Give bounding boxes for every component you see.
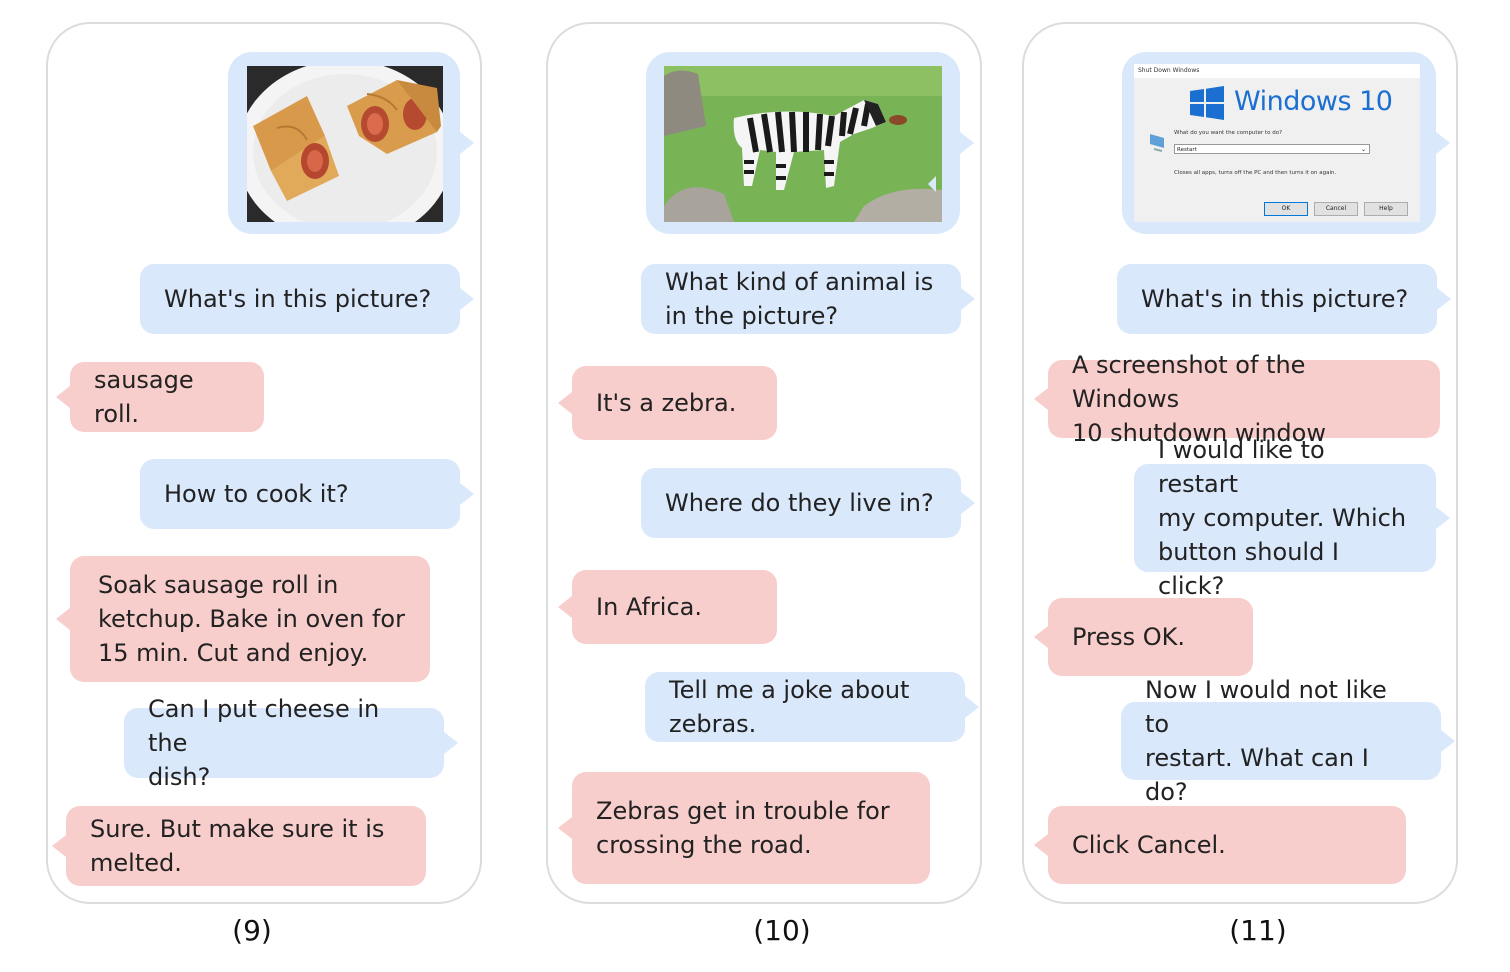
message-text: Click Cancel. [1072, 831, 1226, 859]
user-message: What's in this picture? [140, 264, 474, 334]
message-text: sausage roll. [94, 366, 194, 428]
assistant-message: Soak sausage roll in ketchup. Bake in ov… [56, 556, 430, 682]
selected-option: Restart [1177, 147, 1197, 153]
window-title: Shut Down Windows [1134, 64, 1420, 78]
user-message: What's in this picture? [1117, 264, 1451, 334]
message-text: What kind of animal is in the picture? [665, 268, 934, 330]
cancel-button[interactable]: Cancel [1314, 202, 1358, 216]
image-bubble-10 [646, 52, 974, 234]
message-text: I would like to restart my computer. Whi… [1158, 436, 1407, 600]
assistant-message: It's a zebra. [558, 366, 777, 440]
computer-icon [1148, 132, 1168, 154]
panel-caption: (10) [753, 914, 811, 947]
message-text: Now I would not like to restart. What ca… [1145, 676, 1387, 806]
shutdown-prompt: What do you want the computer to do? [1174, 130, 1283, 136]
user-message: Where do they live in? [641, 468, 975, 538]
panel-caption: (9) [232, 914, 272, 947]
message-text: What's in this picture? [1141, 285, 1409, 313]
panel-caption: (11) [1229, 914, 1287, 947]
windows-logo-text: Windows 10 [1234, 86, 1393, 117]
message-text: Soak sausage roll in ketchup. Bake in ov… [98, 571, 405, 667]
windows-logo-icon [1190, 86, 1224, 120]
message-text: Zebras get in trouble for crossing the r… [596, 797, 890, 859]
shutdown-option-select[interactable]: Restart ⌄ [1174, 144, 1370, 154]
assistant-message: Sure. But make sure it is melted. [52, 806, 426, 886]
chevron-down-icon: ⌄ [1360, 146, 1366, 153]
message-text: It's a zebra. [596, 389, 737, 417]
message-text: How to cook it? [164, 480, 349, 508]
user-message: Tell me a joke about zebras. [645, 672, 979, 742]
message-text: Where do they live in? [665, 489, 934, 517]
message-text: Can I put cheese in the dish? [148, 695, 380, 791]
ok-button[interactable]: OK [1264, 202, 1308, 216]
option-description: Closes all apps, turns off the PC and th… [1174, 170, 1337, 176]
message-text: In Africa. [596, 593, 702, 621]
help-button[interactable]: Help [1364, 202, 1408, 216]
user-message: What kind of animal is in the picture? [641, 264, 975, 334]
sausage-roll-photo [247, 66, 443, 222]
user-message: I would like to restart my computer. Whi… [1134, 436, 1450, 600]
zebra-photo [664, 66, 942, 222]
message-text: What's in this picture? [164, 285, 432, 313]
image-bubble-11: Shut Down Windows Windows 10 What do you… [1122, 52, 1450, 234]
image-bubble-9 [228, 52, 474, 234]
assistant-message: Zebras get in trouble for crossing the r… [558, 772, 930, 884]
windows-shutdown-screenshot: Shut Down Windows Windows 10 What do you… [1134, 64, 1420, 222]
assistant-message: A screenshot of the Windows 10 shutdown … [1034, 351, 1440, 447]
message-text: Press OK. [1072, 623, 1186, 651]
assistant-message: Press OK. [1034, 598, 1253, 676]
assistant-message: sausage roll. [56, 362, 264, 432]
user-message: Can I put cheese in the dish? [124, 695, 458, 791]
message-text: Sure. But make sure it is melted. [90, 815, 385, 877]
assistant-message: Click Cancel. [1034, 806, 1406, 884]
assistant-message: In Africa. [558, 570, 777, 644]
message-text: Tell me a joke about zebras. [669, 676, 910, 738]
user-message: How to cook it? [140, 459, 474, 529]
user-message: Now I would not like to restart. What ca… [1121, 676, 1455, 806]
